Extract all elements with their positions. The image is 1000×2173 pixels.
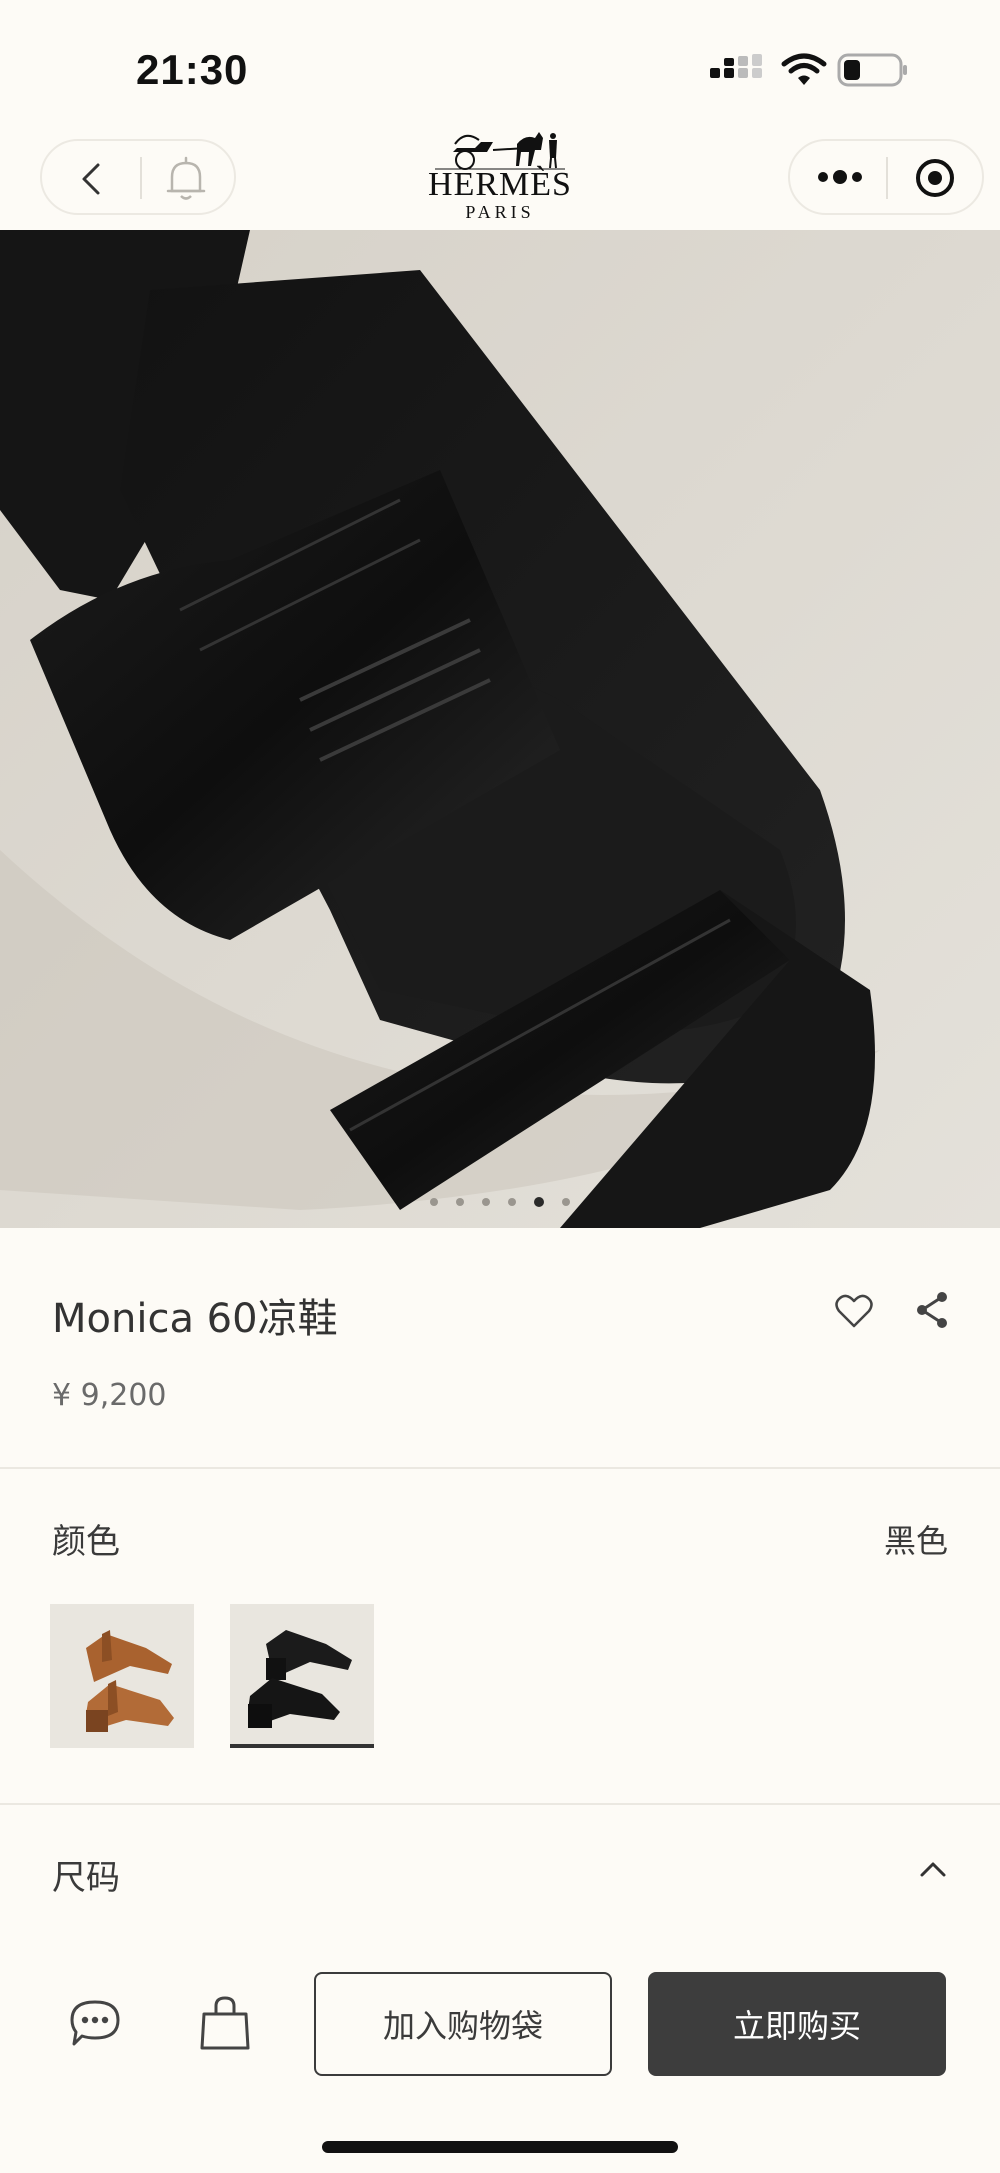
carousel-dot[interactable] — [456, 1197, 464, 1206]
add-to-bag-button[interactable]: 加入购物袋 — [314, 1972, 612, 2076]
size-label: 尺码 — [52, 1858, 120, 1898]
back-icon[interactable] — [72, 159, 112, 199]
product-image[interactable] — [0, 230, 1000, 1228]
sandal-illustration — [0, 230, 1000, 1228]
carousel-dots — [0, 1193, 1000, 1213]
wifi-icon — [781, 53, 827, 85]
nav-divider — [140, 157, 142, 199]
carriage-logo-icon — [435, 132, 565, 170]
product-price: ¥ 9,200 — [52, 1378, 167, 1413]
brand-city: PARIS — [465, 202, 535, 222]
chat-bubble-icon[interactable] — [68, 1998, 122, 2048]
carousel-dot[interactable] — [562, 1197, 570, 1206]
chevron-up-icon[interactable] — [916, 1852, 950, 1886]
divider — [0, 1467, 1000, 1469]
target-circle-icon[interactable] — [914, 157, 956, 199]
color-swatch-black[interactable] — [230, 1604, 374, 1748]
status-bar: 21:30 — [0, 0, 1000, 120]
battery-icon — [837, 53, 907, 87]
carousel-dot[interactable] — [482, 1197, 490, 1206]
status-time: 21:30 — [136, 46, 249, 93]
heart-icon[interactable] — [834, 1292, 874, 1330]
status-icons — [700, 50, 1000, 90]
home-indicator — [322, 2141, 678, 2153]
bottom-action-bar: 加入购物袋 立即购买 — [0, 1934, 1000, 2173]
carousel-dot[interactable] — [508, 1197, 516, 1206]
brand-logo: HERMÈS PARIS — [410, 126, 590, 226]
more-dots-icon[interactable] — [814, 157, 866, 197]
bell-icon[interactable] — [160, 153, 212, 205]
carousel-dot[interactable] — [534, 1196, 544, 1207]
color-selected-value: 黑色 — [883, 1522, 948, 1560]
nav-right-capsule — [788, 139, 984, 215]
carousel-dot[interactable] — [430, 1197, 438, 1206]
tan-sandal-thumbnail — [50, 1604, 194, 1748]
share-icon[interactable] — [914, 1290, 950, 1330]
shopping-bag-icon[interactable] — [198, 1994, 252, 2052]
color-label: 颜色 — [52, 1522, 120, 1562]
divider — [0, 1803, 1000, 1805]
nav-left-capsule — [40, 139, 236, 215]
cellular-signal-icon — [710, 54, 762, 78]
product-title: Monica 60凉鞋 — [52, 1296, 338, 1342]
brand-name: HERMÈS — [428, 166, 572, 203]
black-sandal-thumbnail — [230, 1604, 374, 1748]
buy-now-button[interactable]: 立即购买 — [648, 1972, 946, 2076]
nav-divider — [886, 157, 888, 199]
color-swatch-tan[interactable] — [50, 1604, 194, 1748]
